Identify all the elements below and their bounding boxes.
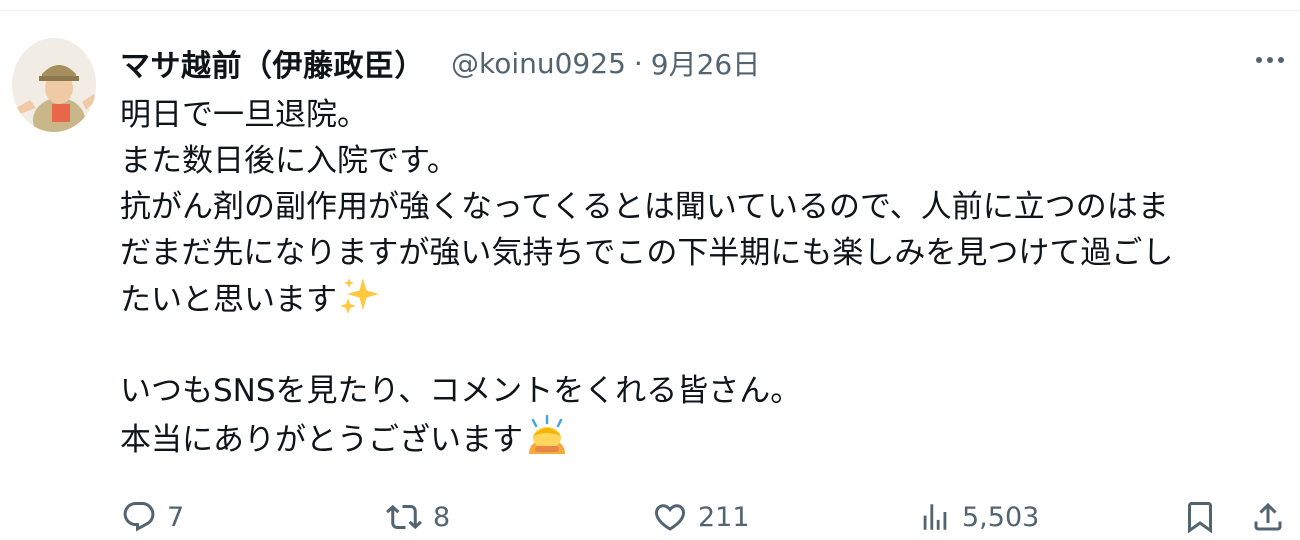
handle[interactable]: @koinu0925 <box>451 47 626 80</box>
reply-count: 7 <box>167 501 185 533</box>
retweet-button[interactable]: 8 <box>385 494 450 540</box>
reply-icon <box>123 502 155 532</box>
tweet-line-with-emoji: 本当にありがとうございます <box>120 414 1290 460</box>
tweet-line-text: 本当にありがとうございます <box>120 422 523 458</box>
tweet-line: いつもSNSを見たり、コメントをくれる皆さん。 <box>120 373 802 409</box>
retweet-icon <box>386 504 422 530</box>
top-divider <box>0 10 1300 11</box>
bookmark-button[interactable] <box>1182 494 1218 540</box>
avatar-image <box>12 38 96 132</box>
tweet-text: 明日で一旦退院。 また数日後に入院です。 抗がん剤の副作用が強くなってくるとは聞… <box>120 92 1290 460</box>
reply-button[interactable]: 7 <box>121 494 184 540</box>
sparkles-icon <box>339 276 379 329</box>
separator: · <box>633 46 643 80</box>
tweet-line: だまだ先になりますが強い気持ちでこの下半期にも楽しみを見つけて過ごし <box>120 235 1174 271</box>
share-button[interactable] <box>1250 494 1286 540</box>
avatar[interactable] <box>12 38 96 132</box>
tweet-line-text: たいと思います <box>120 282 337 318</box>
action-bar: 7 8 211 5,503 <box>0 494 1300 540</box>
bookmark-icon <box>1188 502 1212 534</box>
retweet-count: 8 <box>433 501 451 533</box>
share-icon <box>1254 502 1282 531</box>
timestamp[interactable]: 9月26日 <box>651 43 760 83</box>
display-name[interactable]: マサ越前（伊藤政臣） <box>120 41 425 85</box>
like-count: 211 <box>698 501 750 533</box>
views-icon <box>923 504 947 530</box>
tweet-line: 明日で一旦退院。 <box>120 97 368 133</box>
like-button[interactable]: 211 <box>652 494 750 540</box>
tweet-line: また数日後に入院です。 <box>120 143 458 179</box>
views-button[interactable]: 5,503 <box>918 494 1039 540</box>
tweet-header: マサ越前（伊藤政臣） @koinu0925 · 9月26日 <box>120 41 760 85</box>
tweet-line: 抗がん剤の副作用が強くなってくるとは聞いているので、人前に立つのはま <box>120 189 1169 225</box>
person-bowing-icon <box>525 414 569 469</box>
views-count: 5,503 <box>962 501 1040 533</box>
more-icon[interactable] <box>1250 46 1290 74</box>
tweet-line-with-emoji: たいと思います <box>120 276 1290 322</box>
like-icon <box>654 504 686 531</box>
